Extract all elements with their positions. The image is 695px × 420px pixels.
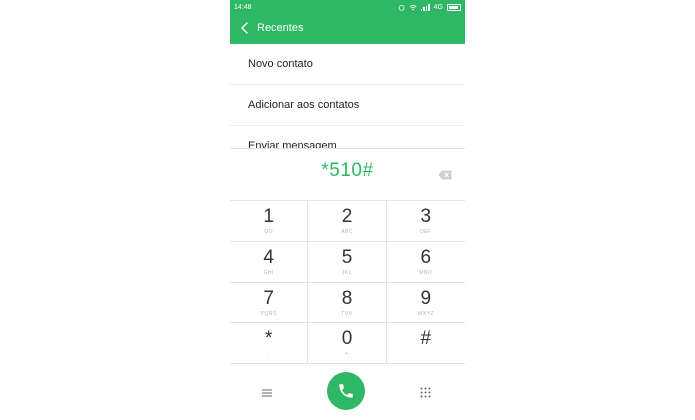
key-letters: WXYZ bbox=[417, 310, 435, 317]
status-bar: 14:48 4G bbox=[230, 0, 465, 15]
key-letters: TUV bbox=[341, 310, 353, 317]
key-letters: DEF bbox=[420, 229, 432, 235]
key-1[interactable]: 1 QO bbox=[230, 201, 309, 242]
key-9[interactable]: 9 WXYZ bbox=[386, 283, 465, 324]
key-digit: 6 bbox=[420, 246, 432, 268]
status-icons: 4G bbox=[398, 0, 461, 15]
keypad: 1 QO 2 ABC 3 DEF 4 GHI 5 JKL 6 MNO 7 PQRS 8 TUV … bbox=[230, 200, 465, 364]
battery-icon bbox=[447, 4, 461, 11]
phone-screen: 14:48 4G Recentes Novo contato Adicionar… bbox=[230, 0, 465, 420]
signal-icon bbox=[420, 4, 430, 11]
network-type: 4G bbox=[433, 4, 443, 11]
backspace-icon[interactable] bbox=[438, 167, 452, 180]
menu-item-new-contact[interactable]: Novo contato bbox=[230, 44, 465, 85]
key-letters: ABC bbox=[341, 229, 353, 235]
call-button[interactable] bbox=[327, 372, 365, 410]
key-digit: * bbox=[264, 328, 273, 350]
key-2[interactable]: 2 ABC bbox=[308, 201, 387, 242]
dial-display: *510# bbox=[230, 148, 465, 201]
key-7[interactable]: 7 PQRS bbox=[230, 282, 309, 324]
key-digit: 3 bbox=[420, 206, 432, 227]
key-letters: MNO bbox=[419, 269, 433, 276]
menu-item-add-to-contacts[interactable]: Adicionar aos contatos bbox=[230, 85, 465, 126]
back-arrow-icon[interactable] bbox=[238, 21, 252, 37]
wifi-icon bbox=[409, 4, 417, 11]
dialpad-icon[interactable] bbox=[420, 385, 431, 398]
key-letters: PQRS bbox=[260, 310, 277, 317]
app-bar: Recentes bbox=[230, 15, 465, 44]
key-digit: 7 bbox=[263, 287, 274, 309]
key-letters: GHI bbox=[263, 269, 274, 276]
key-letters: , bbox=[267, 351, 270, 358]
key-letters: + bbox=[345, 351, 349, 358]
key-hash[interactable]: # bbox=[386, 323, 465, 364]
key-digit: 0 bbox=[341, 328, 353, 350]
key-letters: QO bbox=[264, 229, 274, 235]
key-digit: 2 bbox=[341, 206, 353, 227]
key-digit: 8 bbox=[341, 287, 353, 309]
menu-item-send-message[interactable]: Enviar mensagem bbox=[230, 126, 465, 148]
options-menu: Novo contato Adicionar aos contatos Envi… bbox=[230, 44, 465, 148]
page-title: Recentes bbox=[257, 22, 304, 34]
bottom-bar bbox=[230, 363, 465, 420]
key-digit: 1 bbox=[263, 206, 274, 227]
key-digit: 5 bbox=[341, 246, 353, 268]
key-3[interactable]: 3 DEF bbox=[386, 201, 465, 242]
key-star[interactable]: *, bbox=[230, 323, 309, 364]
key-letters: JKL bbox=[341, 269, 353, 276]
key-5[interactable]: 5 JKL bbox=[308, 241, 387, 283]
key-digit: 9 bbox=[420, 287, 432, 309]
dialed-number: *510# bbox=[321, 160, 374, 181]
alarm-icon bbox=[398, 5, 404, 11]
phone-icon bbox=[339, 384, 353, 398]
key-digit: 4 bbox=[263, 246, 274, 268]
key-6[interactable]: 6 MNO bbox=[386, 242, 465, 283]
key-4[interactable]: 4 GHI bbox=[230, 241, 309, 283]
menu-icon[interactable] bbox=[262, 385, 272, 397]
key-8[interactable]: 8 TUV bbox=[308, 282, 387, 324]
status-time: 14:48 bbox=[234, 4, 252, 11]
key-digit: # bbox=[420, 328, 432, 350]
key-0[interactable]: 0 + bbox=[308, 323, 387, 364]
